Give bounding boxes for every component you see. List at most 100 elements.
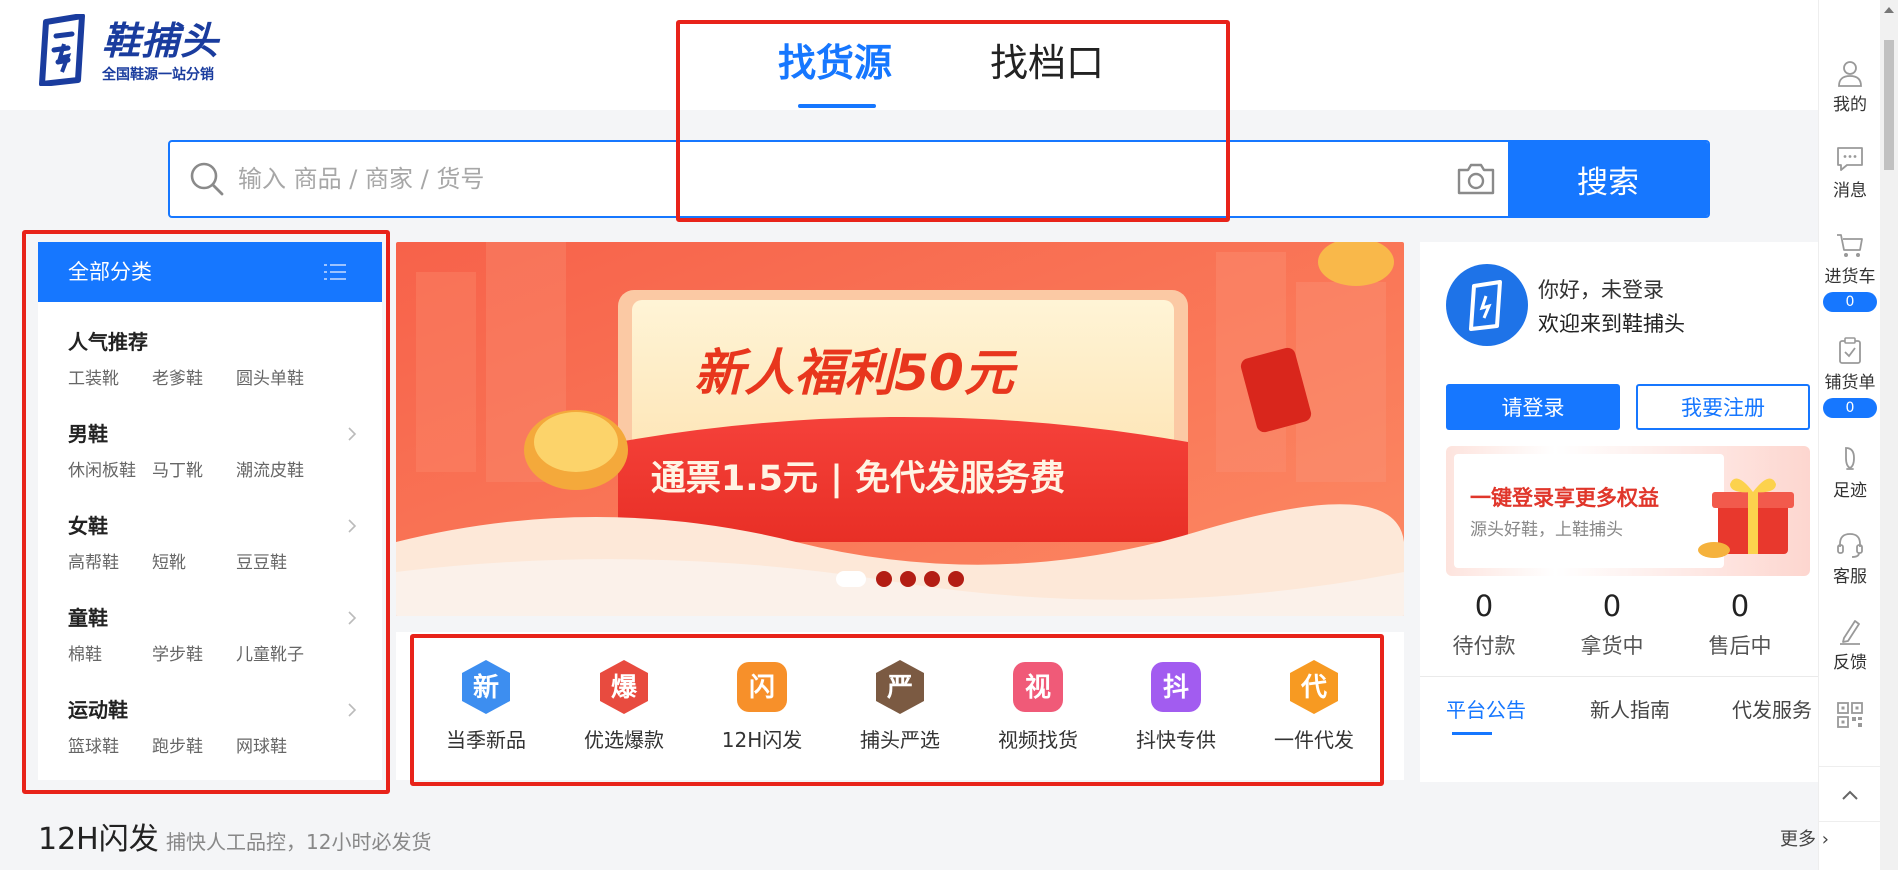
toolbar-listing[interactable]: 铺货单 0 [1819, 336, 1881, 418]
quick-entry-new-arrivals[interactable]: 新 当季新品 [426, 658, 546, 754]
back-to-top-button[interactable] [1819, 766, 1881, 822]
promo-banner[interactable]: 新人福利50元 通票1.5元 | 免代发服务费 [396, 242, 1404, 616]
search-icon [190, 162, 224, 196]
category-link[interactable]: 圆头单鞋 [236, 368, 320, 390]
user-icon [1838, 61, 1862, 87]
carousel-dot[interactable] [876, 571, 892, 587]
category-link[interactable]: 工装靴 [68, 368, 152, 390]
quick-entry-douyin-supply[interactable]: 抖 抖快专供 [1116, 658, 1236, 754]
quick-entry-strict-select[interactable]: 严 捕头严选 [840, 658, 960, 754]
banner-headline: 新人福利50元 [694, 344, 1014, 402]
new-arrivals-icon: 新 [462, 660, 510, 714]
quick-entry-video-search[interactable]: 视 视频找货 [978, 658, 1098, 754]
category-title: 男鞋 [68, 422, 108, 446]
category-links: 工装靴 老爹鞋 圆头单鞋 [68, 368, 358, 390]
svg-text:新: 新 [473, 672, 499, 703]
category-link[interactable]: 马丁靴 [152, 460, 236, 482]
tab-platform-notice[interactable]: 平台公告 [1446, 696, 1526, 724]
stat-picking-up[interactable]: 0 拿货中 [1562, 588, 1662, 660]
camera-icon[interactable] [1455, 160, 1497, 198]
login-button[interactable]: 请登录 [1446, 384, 1620, 430]
quick-entry-label: 抖快专供 [1136, 728, 1216, 752]
search-button[interactable]: 搜索 [1508, 142, 1708, 216]
welcome-text: 欢迎来到鞋捕头 [1538, 312, 1685, 336]
category-link[interactable]: 棉鞋 [68, 644, 152, 666]
stat-label: 售后中 [1708, 634, 1772, 658]
quick-entry-label: 12H闪发 [721, 728, 803, 752]
top-tabs: 找货源 找档口 [0, 0, 1818, 110]
category-group-popular[interactable]: 人气推荐 工装靴 老爹鞋 圆头单鞋 [68, 328, 358, 390]
category-link[interactable]: 跑步鞋 [152, 736, 236, 758]
listing-count-badge: 0 [1823, 398, 1877, 418]
quick-entry-flash-ship[interactable]: 闪 12H闪发 [702, 658, 822, 754]
toolbar-my-account[interactable]: 我的 [1819, 58, 1881, 116]
quick-entry-dropship[interactable]: 代 一件代发 [1254, 658, 1374, 754]
category-link[interactable]: 学步鞋 [152, 644, 236, 666]
scroll-thumb[interactable] [1884, 40, 1894, 170]
svg-text:闪: 闪 [749, 673, 775, 703]
search-input[interactable] [238, 142, 1538, 216]
category-link[interactable]: 休闲板鞋 [68, 460, 152, 482]
category-title: 运动鞋 [68, 698, 128, 722]
register-button[interactable]: 我要注册 [1636, 384, 1810, 430]
category-header-label: 全部分类 [68, 260, 152, 284]
user-panel: 你好，未登录 欢迎来到鞋捕头 请登录 我要注册 一键登录享更多权益 源头好鞋，上… [1420, 242, 1818, 782]
tab-find-goods[interactable]: 找货源 [778, 36, 892, 90]
feedback-pen-icon [1840, 620, 1860, 645]
quick-entry-panel: 新 当季新品 爆 优选爆款 闪 12H闪发 严 捕头严选 视 视频找货 抖 抖快… [396, 632, 1404, 780]
banner-subline: 通票1.5元 | 免代发服务费 [650, 459, 1066, 499]
greeting-text: 你好，未登录 [1538, 278, 1664, 302]
tab-find-stall[interactable]: 找档口 [990, 36, 1104, 90]
cart-count-badge: 0 [1823, 292, 1877, 312]
toolbar-feedback[interactable]: 反馈 [1819, 616, 1881, 674]
scroll-up-arrow-icon[interactable] [1884, 6, 1894, 14]
stat-value: 0 [1730, 589, 1750, 623]
page-scrollbar[interactable] [1880, 0, 1898, 870]
category-header[interactable]: 全部分类 [38, 242, 382, 302]
toolbar-cart[interactable]: 进货车 0 [1819, 230, 1881, 312]
category-links: 篮球鞋 跑步鞋 网球鞋 [68, 736, 358, 758]
clipboard-icon [1839, 337, 1861, 364]
category-link[interactable]: 老爹鞋 [152, 368, 236, 390]
category-link[interactable]: 网球鞋 [236, 736, 320, 758]
toolbar-customer-service[interactable]: 客服 [1819, 530, 1881, 588]
carousel-dot-active[interactable] [836, 571, 866, 587]
search-bar: 搜索 [168, 140, 1710, 218]
tab-dropship-service[interactable]: 代发服务 [1732, 696, 1812, 724]
category-group-women[interactable]: 女鞋 高帮鞋 短靴 豆豆鞋 [68, 512, 358, 574]
stat-after-sales[interactable]: 0 售后中 [1690, 588, 1790, 660]
category-panel: 全部分类 人气推荐 工装靴 老爹鞋 圆头单鞋 男鞋 休闲板鞋 马丁靴 潮流皮鞋 女鞋 高… [38, 242, 382, 780]
category-link[interactable]: 高帮鞋 [68, 552, 152, 574]
video-search-icon: 视 [1013, 662, 1063, 712]
stat-label: 拿货中 [1580, 634, 1644, 658]
hot-picks-icon: 爆 [600, 660, 648, 714]
headset-icon [1837, 533, 1863, 558]
toolbar-footprints[interactable]: 足迹 [1819, 444, 1881, 502]
carousel-dot[interactable] [900, 571, 916, 587]
category-group-sports[interactable]: 运动鞋 篮球鞋 跑步鞋 网球鞋 [68, 696, 358, 758]
stat-label: 待付款 [1452, 634, 1516, 658]
toolbar-qr-code[interactable] [1819, 700, 1881, 730]
more-link[interactable]: 更多 › [1780, 826, 1829, 854]
stat-value: 0 [1602, 589, 1622, 623]
category-group-kids[interactable]: 童鞋 棉鞋 学步鞋 儿童靴子 [68, 604, 358, 666]
carousel-dot[interactable] [924, 571, 940, 587]
chevron-right-icon [348, 519, 357, 533]
banner-artwork [396, 242, 1404, 616]
category-title: 人气推荐 [68, 330, 148, 354]
category-group-men[interactable]: 男鞋 休闲板鞋 马丁靴 潮流皮鞋 [68, 420, 358, 482]
category-link[interactable]: 短靴 [152, 552, 236, 574]
category-title: 女鞋 [68, 514, 108, 538]
quick-entry-hot-picks[interactable]: 爆 优选爆款 [564, 658, 684, 754]
category-link[interactable]: 儿童靴子 [236, 644, 320, 666]
tab-newbie-guide[interactable]: 新人指南 [1590, 696, 1670, 724]
category-link[interactable]: 潮流皮鞋 [236, 460, 320, 482]
category-link[interactable]: 豆豆鞋 [236, 552, 320, 574]
carousel-dot[interactable] [948, 571, 964, 587]
toolbar-messages[interactable]: 消息 [1819, 144, 1881, 202]
chevron-right-icon [348, 703, 357, 717]
category-link[interactable]: 篮球鞋 [68, 736, 152, 758]
gift-box-icon [1698, 478, 1794, 558]
stat-pending-payment[interactable]: 0 待付款 [1434, 588, 1534, 660]
login-promo-card[interactable]: 一键登录享更多权益 源头好鞋，上鞋捕头 [1446, 446, 1810, 576]
